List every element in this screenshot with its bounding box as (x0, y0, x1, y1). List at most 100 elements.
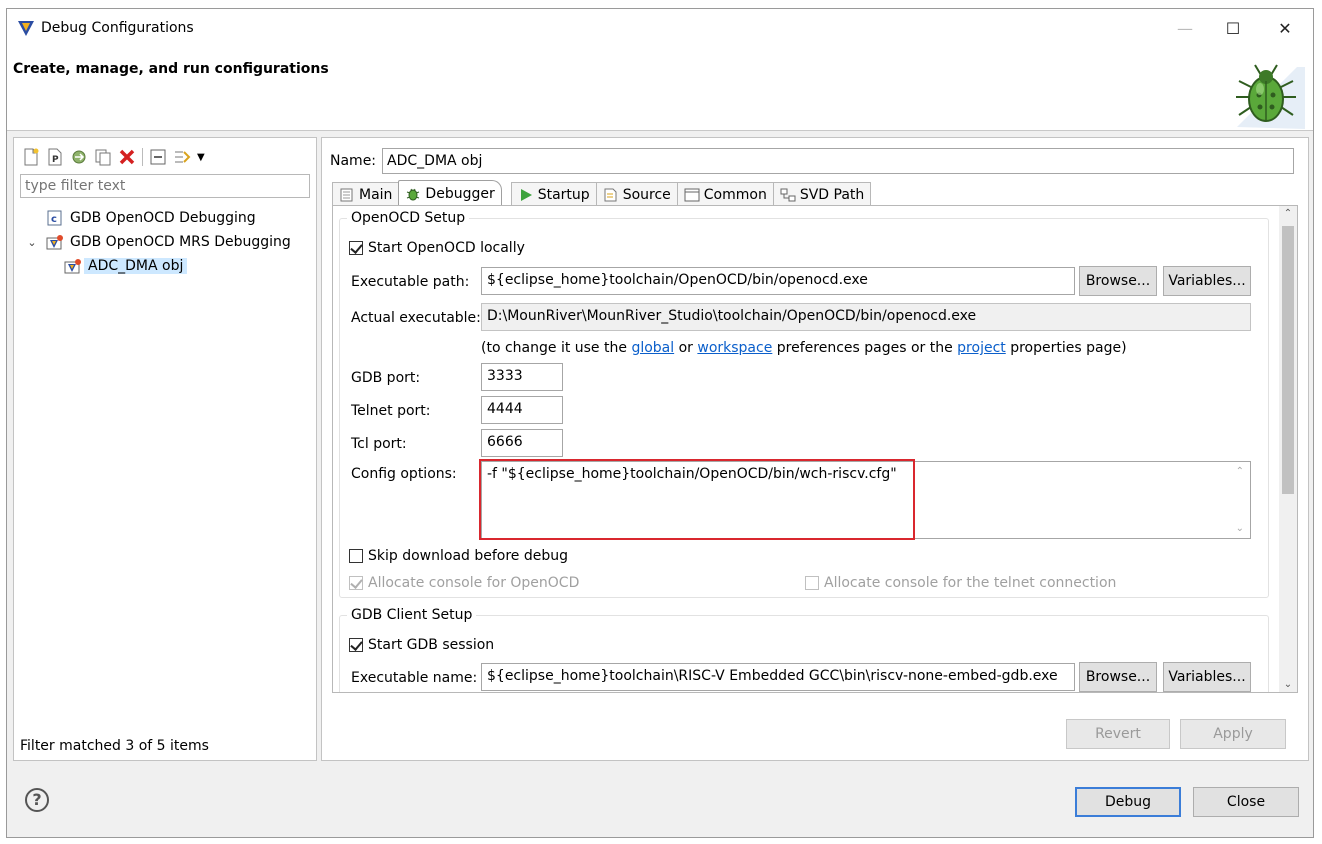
source-tab-icon (604, 188, 617, 201)
name-label: Name: (330, 153, 377, 169)
tab-debugger[interactable]: Debugger (398, 180, 502, 206)
close-window-button[interactable]: ✕ (1263, 15, 1307, 43)
checkbox-box (349, 549, 363, 563)
skip-download-checkbox[interactable]: Skip download before debug (349, 548, 568, 564)
actual-executable-field: D:\MounRiver\MounRiver_Studio\toolchain/… (481, 303, 1251, 331)
mrs-debug-icon (64, 259, 81, 274)
checkbox-label: Skip download before debug (368, 548, 569, 564)
chevron-down-icon[interactable]: ⌄ (1236, 523, 1244, 534)
mounriver-app-icon (18, 21, 34, 36)
revert-button[interactable]: Revert (1066, 719, 1170, 749)
tab-label: Source (622, 186, 671, 203)
toolbar-separator (142, 148, 143, 166)
common-tab-icon (684, 188, 700, 201)
help-icon[interactable]: ? (25, 788, 49, 812)
project-link[interactable]: project (957, 340, 1006, 356)
tab-main[interactable]: Main (332, 182, 400, 206)
header-title: Create, manage, and run configurations (13, 61, 329, 77)
dialog-header: Create, manage, and run configurations (7, 47, 1313, 131)
apply-button[interactable]: Apply (1180, 719, 1286, 749)
gdb-client-setup-label: GDB Client Setup (347, 607, 477, 623)
maximize-button[interactable]: ☐ (1211, 15, 1255, 43)
vertical-scrollbar[interactable]: ⌃ ⌄ (1279, 206, 1297, 692)
variables-openocd-button[interactable]: Variables... (1163, 266, 1251, 296)
executable-name-label: Executable name: (351, 670, 478, 686)
duplicate-config-icon[interactable] (94, 148, 112, 166)
allocate-console-telnet-checkbox: Allocate console for the telnet connecti… (805, 575, 1116, 591)
tab-startup[interactable]: Startup (510, 182, 597, 206)
hint-text: (to change it use the (481, 340, 632, 356)
tree-item-gdb-openocd-mrs-debugging[interactable]: ⌄ GDB OpenOCD MRS Debugging (24, 230, 291, 254)
filter-config-icon[interactable] (173, 148, 191, 166)
executable-path-label: Executable path: (351, 274, 470, 290)
gdb-executable-name-input[interactable]: ${eclipse_home}toolchain\RISC-V Embedded… (481, 663, 1075, 691)
tab-label: Main (359, 186, 393, 203)
config-tabs: Main Debugger Startup Source Common SVD … (332, 180, 872, 206)
svg-text:c: c (51, 214, 57, 225)
tcl-port-input[interactable]: 6666 (481, 429, 563, 457)
checkbox-label: Allocate console for OpenOCD (368, 575, 580, 591)
checkbox-box (349, 638, 363, 652)
executable-path-input[interactable]: ${eclipse_home}toolchain/OpenOCD/bin/ope… (481, 267, 1075, 295)
minimize-button[interactable]: — (1163, 15, 1207, 43)
tab-label: Common (703, 186, 767, 203)
start-openocd-locally-checkbox[interactable]: Start OpenOCD locally (349, 240, 525, 256)
chevron-up-icon[interactable]: ⌃ (1279, 208, 1297, 219)
browse-gdb-button[interactable]: Browse... (1079, 662, 1157, 692)
mrs-debug-icon (46, 235, 63, 250)
new-prototype-icon[interactable]: P (46, 148, 64, 166)
tab-common[interactable]: Common (676, 182, 774, 206)
debugger-tab-content: OpenOCD Setup Start OpenOCD locally Exec… (332, 205, 1298, 693)
preferences-hint: (to change it use the global or workspac… (481, 340, 1127, 356)
gdb-port-input[interactable]: 3333 (481, 363, 563, 391)
config-editor-pane: Name: Main Debugger Startup Source (321, 137, 1309, 761)
browse-openocd-button[interactable]: Browse... (1079, 266, 1157, 296)
checkbox-box (805, 576, 819, 590)
workspace-link[interactable]: workspace (697, 340, 772, 356)
debug-bug-icon (1236, 64, 1305, 129)
config-name-input[interactable] (382, 148, 1295, 174)
checkbox-box (349, 576, 363, 590)
tree-item-label: GDB OpenOCD MRS Debugging (70, 234, 291, 250)
checkbox-label: Start OpenOCD locally (368, 240, 525, 256)
config-options-label: Config options: (351, 466, 457, 482)
tree-item-adc-dma-obj[interactable]: ADC_DMA obj (24, 254, 291, 278)
chevron-up-icon[interactable]: ⌃ (1236, 466, 1244, 477)
window-title: Debug Configurations (41, 20, 194, 36)
telnet-port-input[interactable]: 4444 (481, 396, 563, 424)
launch-config-pane: P ▼ c GDB OpenOCD Debugging ⌄ GDB OpenOC… (13, 137, 317, 761)
tab-label: Startup (537, 186, 590, 203)
variables-gdb-button[interactable]: Variables... (1163, 662, 1251, 692)
start-gdb-session-checkbox[interactable]: Start GDB session (349, 637, 494, 653)
tab-svd-path[interactable]: SVD Path (772, 182, 872, 206)
svd-path-tab-icon (780, 188, 796, 201)
hint-text: preferences pages or the (772, 340, 958, 356)
new-config-icon[interactable] (22, 148, 40, 166)
tree-item-gdb-openocd-debugging[interactable]: c GDB OpenOCD Debugging (24, 206, 291, 230)
tree-item-label: ADC_DMA obj (84, 258, 188, 274)
name-row: Name: (330, 148, 1295, 174)
filter-status: Filter matched 3 of 5 items (20, 738, 209, 754)
scrollbar-thumb[interactable] (1282, 226, 1294, 494)
global-link[interactable]: global (631, 340, 674, 356)
filter-input[interactable] (20, 174, 310, 198)
chevron-down-icon[interactable]: ▼ (197, 152, 205, 163)
delete-config-icon[interactable] (118, 148, 136, 166)
tab-source[interactable]: Source (595, 182, 678, 206)
collapse-all-icon[interactable] (149, 148, 167, 166)
config-tree: c GDB OpenOCD Debugging ⌄ GDB OpenOCD MR… (24, 206, 291, 278)
close-button[interactable]: Close (1193, 787, 1299, 817)
export-config-icon[interactable] (70, 148, 88, 166)
hint-text: or (674, 340, 698, 356)
debug-button[interactable]: Debug (1075, 787, 1181, 817)
openocd-setup-label: OpenOCD Setup (347, 210, 470, 226)
chevron-down-icon[interactable]: ⌄ (24, 236, 40, 249)
dialog-footer: ? Debug Close (7, 769, 1313, 839)
checkbox-label: Allocate console for the telnet connecti… (824, 575, 1117, 591)
main-tab-icon (340, 188, 353, 201)
config-toolbar: P ▼ (22, 146, 205, 168)
hint-text: properties page) (1005, 340, 1127, 356)
checkbox-box (349, 241, 363, 255)
svg-text:P: P (52, 155, 59, 165)
chevron-down-icon[interactable]: ⌄ (1279, 679, 1297, 690)
